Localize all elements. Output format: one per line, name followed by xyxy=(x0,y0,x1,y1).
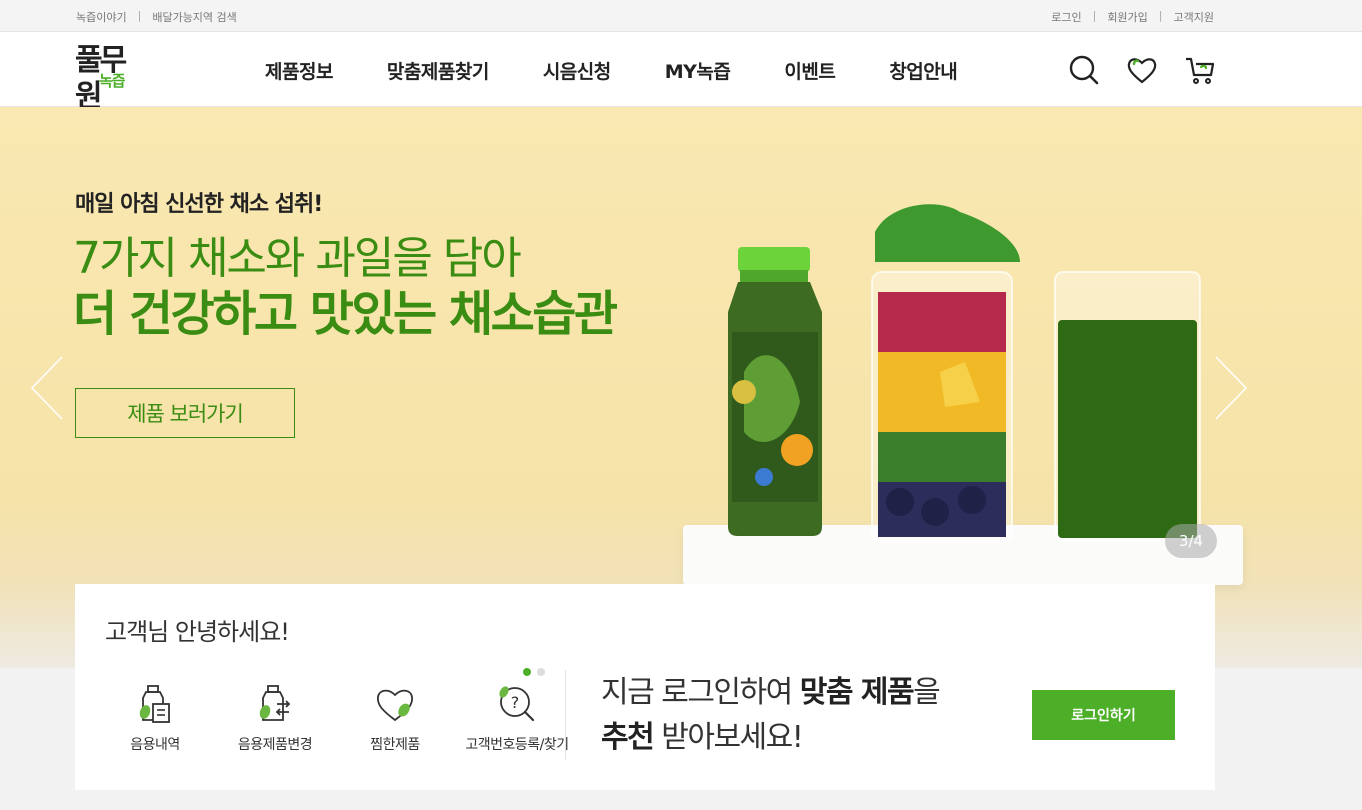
customer-number-icon: ? xyxy=(499,686,535,722)
svg-text:?: ? xyxy=(511,693,520,712)
link-signup[interactable]: 회원가입 xyxy=(1107,9,1147,25)
drink-history-icon xyxy=(139,685,170,723)
heart-icon[interactable] xyxy=(1126,54,1158,86)
page-dot[interactable] xyxy=(537,668,545,676)
slide-next-arrow[interactable] xyxy=(1214,355,1248,421)
link-green-juice-story[interactable]: 녹즙이야기 xyxy=(76,9,127,25)
message-text: 을 xyxy=(913,675,941,710)
hero-title-line2: 더 건강하고 맛있는 채소습관 xyxy=(73,286,618,342)
nav-my-green-juice[interactable]: MY녹즙 xyxy=(665,57,731,84)
greeting-text: 고객님 안녕하세요! xyxy=(105,618,290,646)
quick-item-label: 음용제품변경 xyxy=(237,737,313,753)
quick-customer-number[interactable]: ? 고객번호등록/찾기 xyxy=(457,682,577,754)
login-button[interactable]: 로그인하기 xyxy=(1032,690,1175,740)
top-right-links: 로그인 | 회원가입 | 고객지원 xyxy=(1051,9,1214,25)
link-customer-support[interactable]: 고객지원 xyxy=(1174,9,1214,25)
message-text: 받아보세요! xyxy=(653,720,804,755)
quick-item-label: 고객번호등록/찾기 xyxy=(465,737,569,753)
link-login[interactable]: 로그인 xyxy=(1051,9,1081,25)
separator: | xyxy=(1158,9,1163,22)
member-quick-card: 고객님 안녕하세요! 음용내역 음용제품변경 찜한제품 ? 고객번호등록/찾기 … xyxy=(75,584,1215,790)
product-change-icon xyxy=(259,685,291,721)
cart-icon[interactable] xyxy=(1184,54,1216,86)
slide-prev-arrow[interactable] xyxy=(30,355,64,421)
page-dot-active[interactable] xyxy=(523,668,531,676)
slide-pager: 3/4 xyxy=(1165,524,1217,558)
separator: | xyxy=(137,9,142,22)
quick-menu: 음용내역 음용제품변경 찜한제품 ? 고객번호등록/찾기 xyxy=(105,682,589,754)
quick-drink-history[interactable]: 음용내역 xyxy=(105,682,205,754)
view-products-button[interactable]: 제품 보러가기 xyxy=(75,388,295,438)
nav-product-info[interactable]: 제품정보 xyxy=(265,57,333,84)
quick-item-label: 찜한제품 xyxy=(370,737,420,753)
global-nav: 제품정보 맞춤제품찾기 시음신청 MY녹즙 이벤트 창업안내 xyxy=(265,57,958,84)
chevron-right-icon xyxy=(1215,356,1248,420)
message-emphasis: 추천 xyxy=(601,720,655,755)
product-image xyxy=(728,204,1201,542)
header-icons xyxy=(1068,54,1216,86)
separator: | xyxy=(1092,9,1097,22)
brand-logo[interactable]: 풀무원 녹즙 xyxy=(75,43,145,114)
wishlist-icon xyxy=(377,689,413,722)
nav-franchise-info[interactable]: 창업안내 xyxy=(889,57,957,84)
nav-event[interactable]: 이벤트 xyxy=(784,57,835,84)
nav-tasting-request[interactable]: 시음신청 xyxy=(543,57,611,84)
message-emphasis: 맞춤 제품 xyxy=(799,675,915,710)
link-delivery-area-search[interactable]: 배달가능지역 검색 xyxy=(152,9,236,25)
top-left-links: 녹즙이야기 | 배달가능지역 검색 xyxy=(76,9,237,25)
message-text: 지금 로그인하여 xyxy=(601,675,800,710)
quick-wishlist[interactable]: 찜한제품 xyxy=(345,682,445,754)
login-prompt-message: 지금 로그인하여 맞춤 제품을 추천 받아보세요! xyxy=(601,670,941,760)
vertical-divider xyxy=(565,670,566,760)
chevron-left-icon xyxy=(30,356,63,420)
hero-subtitle: 매일 아침 신선한 채소 섭취! xyxy=(75,192,323,217)
nav-custom-product-finder[interactable]: 맞춤제품찾기 xyxy=(387,57,489,84)
quick-item-label: 음용내역 xyxy=(130,737,180,753)
quick-product-change[interactable]: 음용제품변경 xyxy=(217,682,333,754)
quick-menu-pagination xyxy=(523,668,545,676)
main-header: 풀무원 녹즙 제품정보 맞춤제품찾기 시음신청 MY녹즙 이벤트 창업안내 xyxy=(0,32,1362,114)
logo-sub-text: 녹즙 xyxy=(99,72,126,90)
search-icon[interactable] xyxy=(1068,54,1100,86)
hero-title-line1: 7가지 채소와 과일을 담아 xyxy=(73,233,522,284)
top-utility-bar: 녹즙이야기 | 배달가능지역 검색 로그인 | 회원가입 | 고객지원 xyxy=(0,0,1362,32)
